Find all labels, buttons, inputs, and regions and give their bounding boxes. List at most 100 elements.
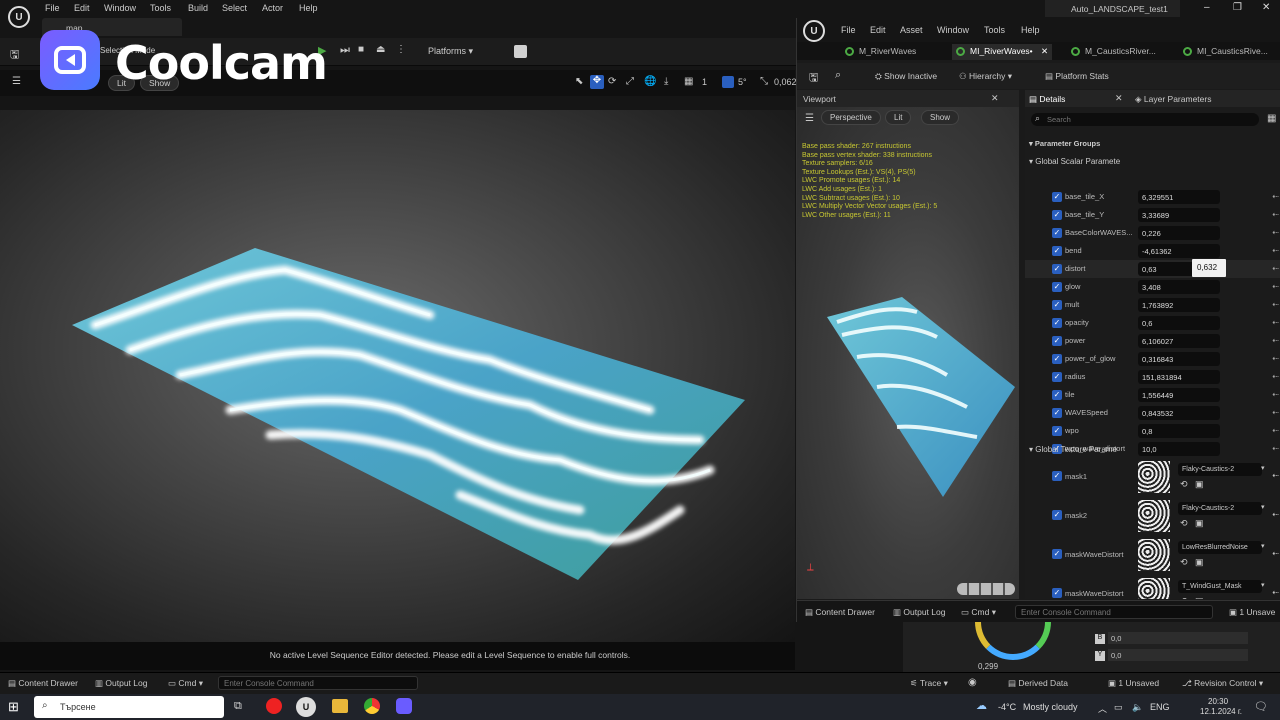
param-enable-checkbox[interactable]: ✓ [1052,390,1062,400]
stop-icon[interactable]: ■ [358,44,364,55]
reset-arrow-icon[interactable]: ⇠ [1272,210,1279,219]
layer-parameters-tab[interactable]: ◈ Layer Parameters [1135,94,1211,105]
mi-console-input[interactable] [1015,605,1213,619]
platform-stats-button[interactable]: ▤ Platform Stats [1045,71,1109,82]
param-value-input[interactable]: 3,408 [1138,280,1220,294]
minimize-icon[interactable]: – [1204,2,1210,13]
menu-tools[interactable]: Tools [150,3,171,13]
mi-save-icon[interactable]: 🖫 [809,69,818,88]
menu-actor[interactable]: Actor [262,3,283,13]
menu-build[interactable]: Build [188,3,208,13]
mi-content-drawer-button[interactable]: ▤ Content Drawer [805,607,875,618]
world-space-icon[interactable]: 🌐 [644,76,656,87]
coolcam-taskbar-icon[interactable] [396,698,412,714]
chrome-icon[interactable] [364,698,380,714]
tab-mi-causticsriver[interactable]: MI_CausticsRive... [1179,44,1272,60]
reset-arrow-icon[interactable]: ⇠ [1272,426,1279,435]
dropdown-chevron-icon[interactable]: ▾ [1261,464,1265,472]
scale-tool-icon[interactable]: ⤢ [626,76,634,87]
trace-record-icon[interactable]: ◉ [968,677,977,688]
mi-menu-file[interactable]: File [841,25,856,35]
mi-cmd-dropdown[interactable]: ▭ Cmd ▾ [961,607,996,618]
mi-menu-asset[interactable]: Asset [900,25,923,35]
mi-viewport-tab[interactable]: Viewport ✕ [797,90,1019,107]
weather-temperature[interactable]: -4°C [998,702,1016,712]
reset-arrow-icon[interactable]: ⇠ [1272,408,1279,417]
use-selected-icon[interactable]: ⟲ [1180,557,1188,568]
content-drawer-button[interactable]: ▤ Content Drawer [8,678,78,689]
texture-thumbnail[interactable] [1138,578,1170,599]
texture-enable-checkbox[interactable]: ✓ [1052,471,1062,481]
use-selected-icon[interactable]: ⟲ [1180,479,1188,490]
task-view-icon[interactable]: ⧉ [234,700,242,713]
platforms-button[interactable]: Platforms ▾ [428,46,473,57]
param-enable-checkbox[interactable]: ✓ [1052,246,1062,256]
use-selected-icon[interactable]: ⟲ [1180,518,1188,529]
details-tab[interactable]: ▤ Details [1029,94,1065,105]
rotate-tool-icon[interactable]: ⟳ [608,76,616,87]
console-input[interactable] [218,676,418,690]
menu-window[interactable]: Window [104,3,136,13]
texture-thumbnail[interactable] [1138,500,1170,532]
save-icon[interactable]: 🖫 [10,46,19,65]
details-search-input[interactable] [1047,114,1247,125]
menu-select[interactable]: Select [222,3,247,13]
reset-arrow-icon[interactable]: ⇠ [1272,354,1279,363]
browse-asset-icon[interactable]: ▣ [1195,557,1204,568]
reset-arrow-icon[interactable]: ⇠ [1272,282,1279,291]
param-enable-checkbox[interactable]: ✓ [1052,228,1062,238]
texture-reset-icon[interactable]: ⇠ [1272,510,1279,519]
param-value-input[interactable]: -4,61362 [1138,244,1220,258]
mi-browse-icon[interactable]: ⌕ [835,69,841,82]
texture-asset-dropdown[interactable]: Flaky-Caustics-2 [1178,502,1262,515]
angle-snap-icon[interactable] [722,76,734,88]
tab-close-icon[interactable]: ✕ [1041,46,1048,56]
param-enable-checkbox[interactable]: ✓ [1052,264,1062,274]
param-enable-checkbox[interactable]: ✓ [1052,282,1062,292]
mi-menu-tools[interactable]: Tools [984,25,1005,35]
mi-menu-edit[interactable]: Edit [870,25,886,35]
reset-arrow-icon[interactable]: ⇠ [1272,300,1279,309]
clock-time[interactable]: 20:30 [1208,697,1228,706]
texture-reset-icon[interactable]: ⇠ [1272,549,1279,558]
texture-group-heading[interactable]: ▾ Global Texture Parame [1029,445,1117,454]
reset-arrow-icon[interactable]: ⇠ [1272,444,1279,453]
tray-expand-icon[interactable]: ︿ [1098,702,1107,715]
param-enable-checkbox[interactable]: ✓ [1052,336,1062,346]
texture-asset-dropdown[interactable]: T_WindGust_Mask [1178,580,1262,593]
reset-arrow-icon[interactable]: ⇠ [1272,318,1279,327]
param-value-input[interactable]: 6,106027 [1138,334,1220,348]
notifications-icon[interactable]: 🗨 [1254,700,1268,713]
param-enable-checkbox[interactable]: ✓ [1052,300,1062,310]
dropdown-chevron-icon[interactable]: ▾ [1261,503,1265,511]
network-icon[interactable]: ▭ [1114,702,1123,713]
input-language[interactable]: ENG [1150,702,1170,712]
param-enable-checkbox[interactable]: ✓ [1052,354,1062,364]
browse-asset-icon[interactable]: ▣ [1195,518,1204,529]
cmd-dropdown[interactable]: ▭ Cmd ▾ [168,678,203,689]
details-close-icon[interactable]: ✕ [1115,93,1123,104]
taskbar-search-box[interactable]: ⌕ Търсене [34,696,224,718]
browse-asset-icon[interactable]: ▣ [1195,479,1204,490]
reset-arrow-icon[interactable]: ⇠ [1272,390,1279,399]
unreal-logo-icon[interactable]: U [8,6,30,28]
opera-icon[interactable] [266,698,282,714]
use-selected-icon[interactable]: ⟲ [1180,596,1188,599]
eject-icon[interactable]: ⏏ [376,44,385,55]
preview-shape-buttons[interactable] [957,583,1015,595]
clock-date[interactable]: 12.1.2024 г. [1200,707,1242,716]
derived-data-button[interactable]: ▤ Derived Data [1008,678,1068,689]
reset-arrow-icon[interactable]: ⇠ [1272,228,1279,237]
param-value-input[interactable]: 151,831894 [1138,370,1220,384]
menu-help[interactable]: Help [299,3,318,13]
trace-dropdown[interactable]: ⚟ Trace ▾ [910,678,948,689]
grid-snap-value[interactable]: 1 [702,77,707,87]
speaker-icon[interactable]: 🔈 [1132,702,1143,713]
reset-arrow-icon[interactable]: ⇠ [1272,246,1279,255]
texture-thumbnail[interactable] [1138,461,1170,493]
texture-asset-dropdown[interactable]: LowResBlurredNoise [1178,541,1262,554]
texture-asset-dropdown[interactable]: Flaky-Caustics-2 [1178,463,1262,476]
param-value-input[interactable]: 1,763892 [1138,298,1220,312]
hamburger-icon[interactable]: ☰ [12,76,21,87]
param-value-input[interactable]: 3,33689 [1138,208,1220,222]
